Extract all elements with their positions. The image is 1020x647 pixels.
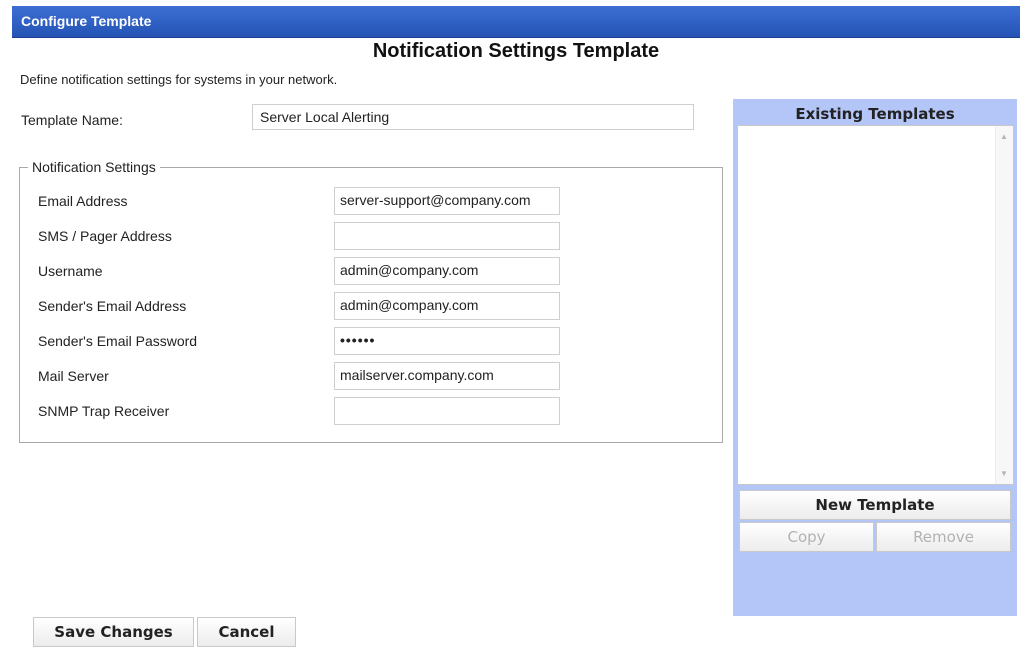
sender-email-address-input[interactable]: admin@company.com <box>334 292 560 320</box>
sms-pager-address-label: SMS / Pager Address <box>38 228 172 244</box>
template-name-label: Template Name: <box>21 112 123 128</box>
scroll-up-arrow-icon[interactable]: ▲ <box>1000 132 1008 141</box>
mail-server-input[interactable]: mailserver.company.com <box>334 362 560 390</box>
username-input[interactable]: admin@company.com <box>334 257 560 285</box>
new-template-button[interactable]: New Template <box>739 490 1011 520</box>
username-label: Username <box>38 263 103 279</box>
page-title: Notification Settings Template <box>372 40 660 62</box>
window-title: Configure Template <box>21 13 152 29</box>
window-titlebar: Configure Template <box>12 6 1020 38</box>
existing-templates-list[interactable]: ▲ ▼ <box>737 125 1014 485</box>
mail-server-label: Mail Server <box>38 368 109 384</box>
cancel-button[interactable]: Cancel <box>197 617 296 647</box>
existing-templates-title: Existing Templates <box>795 105 955 123</box>
email-address-label: Email Address <box>38 193 128 209</box>
email-address-input[interactable]: server-support@company.com <box>334 187 560 215</box>
save-changes-button[interactable]: Save Changes <box>33 617 194 647</box>
snmp-trap-receiver-input[interactable] <box>334 397 560 425</box>
sender-email-password-label: Sender's Email Password <box>38 333 198 349</box>
notification-settings-legend: Notification Settings <box>32 159 156 175</box>
remove-template-button[interactable]: Remove <box>876 522 1011 552</box>
sms-pager-address-input[interactable] <box>334 222 560 250</box>
snmp-trap-receiver-label: SNMP Trap Receiver <box>38 403 170 419</box>
template-name-input[interactable]: Server Local Alerting <box>252 104 694 130</box>
scroll-down-arrow-icon[interactable]: ▼ <box>1000 469 1008 478</box>
sender-email-password-input[interactable]: •••••• <box>334 327 560 355</box>
sender-email-address-label: Sender's Email Address <box>38 298 187 314</box>
copy-template-button[interactable]: Copy <box>739 522 874 552</box>
page-description: Define notification settings for systems… <box>20 72 338 87</box>
list-scrollbar[interactable]: ▲ ▼ <box>995 126 1013 484</box>
